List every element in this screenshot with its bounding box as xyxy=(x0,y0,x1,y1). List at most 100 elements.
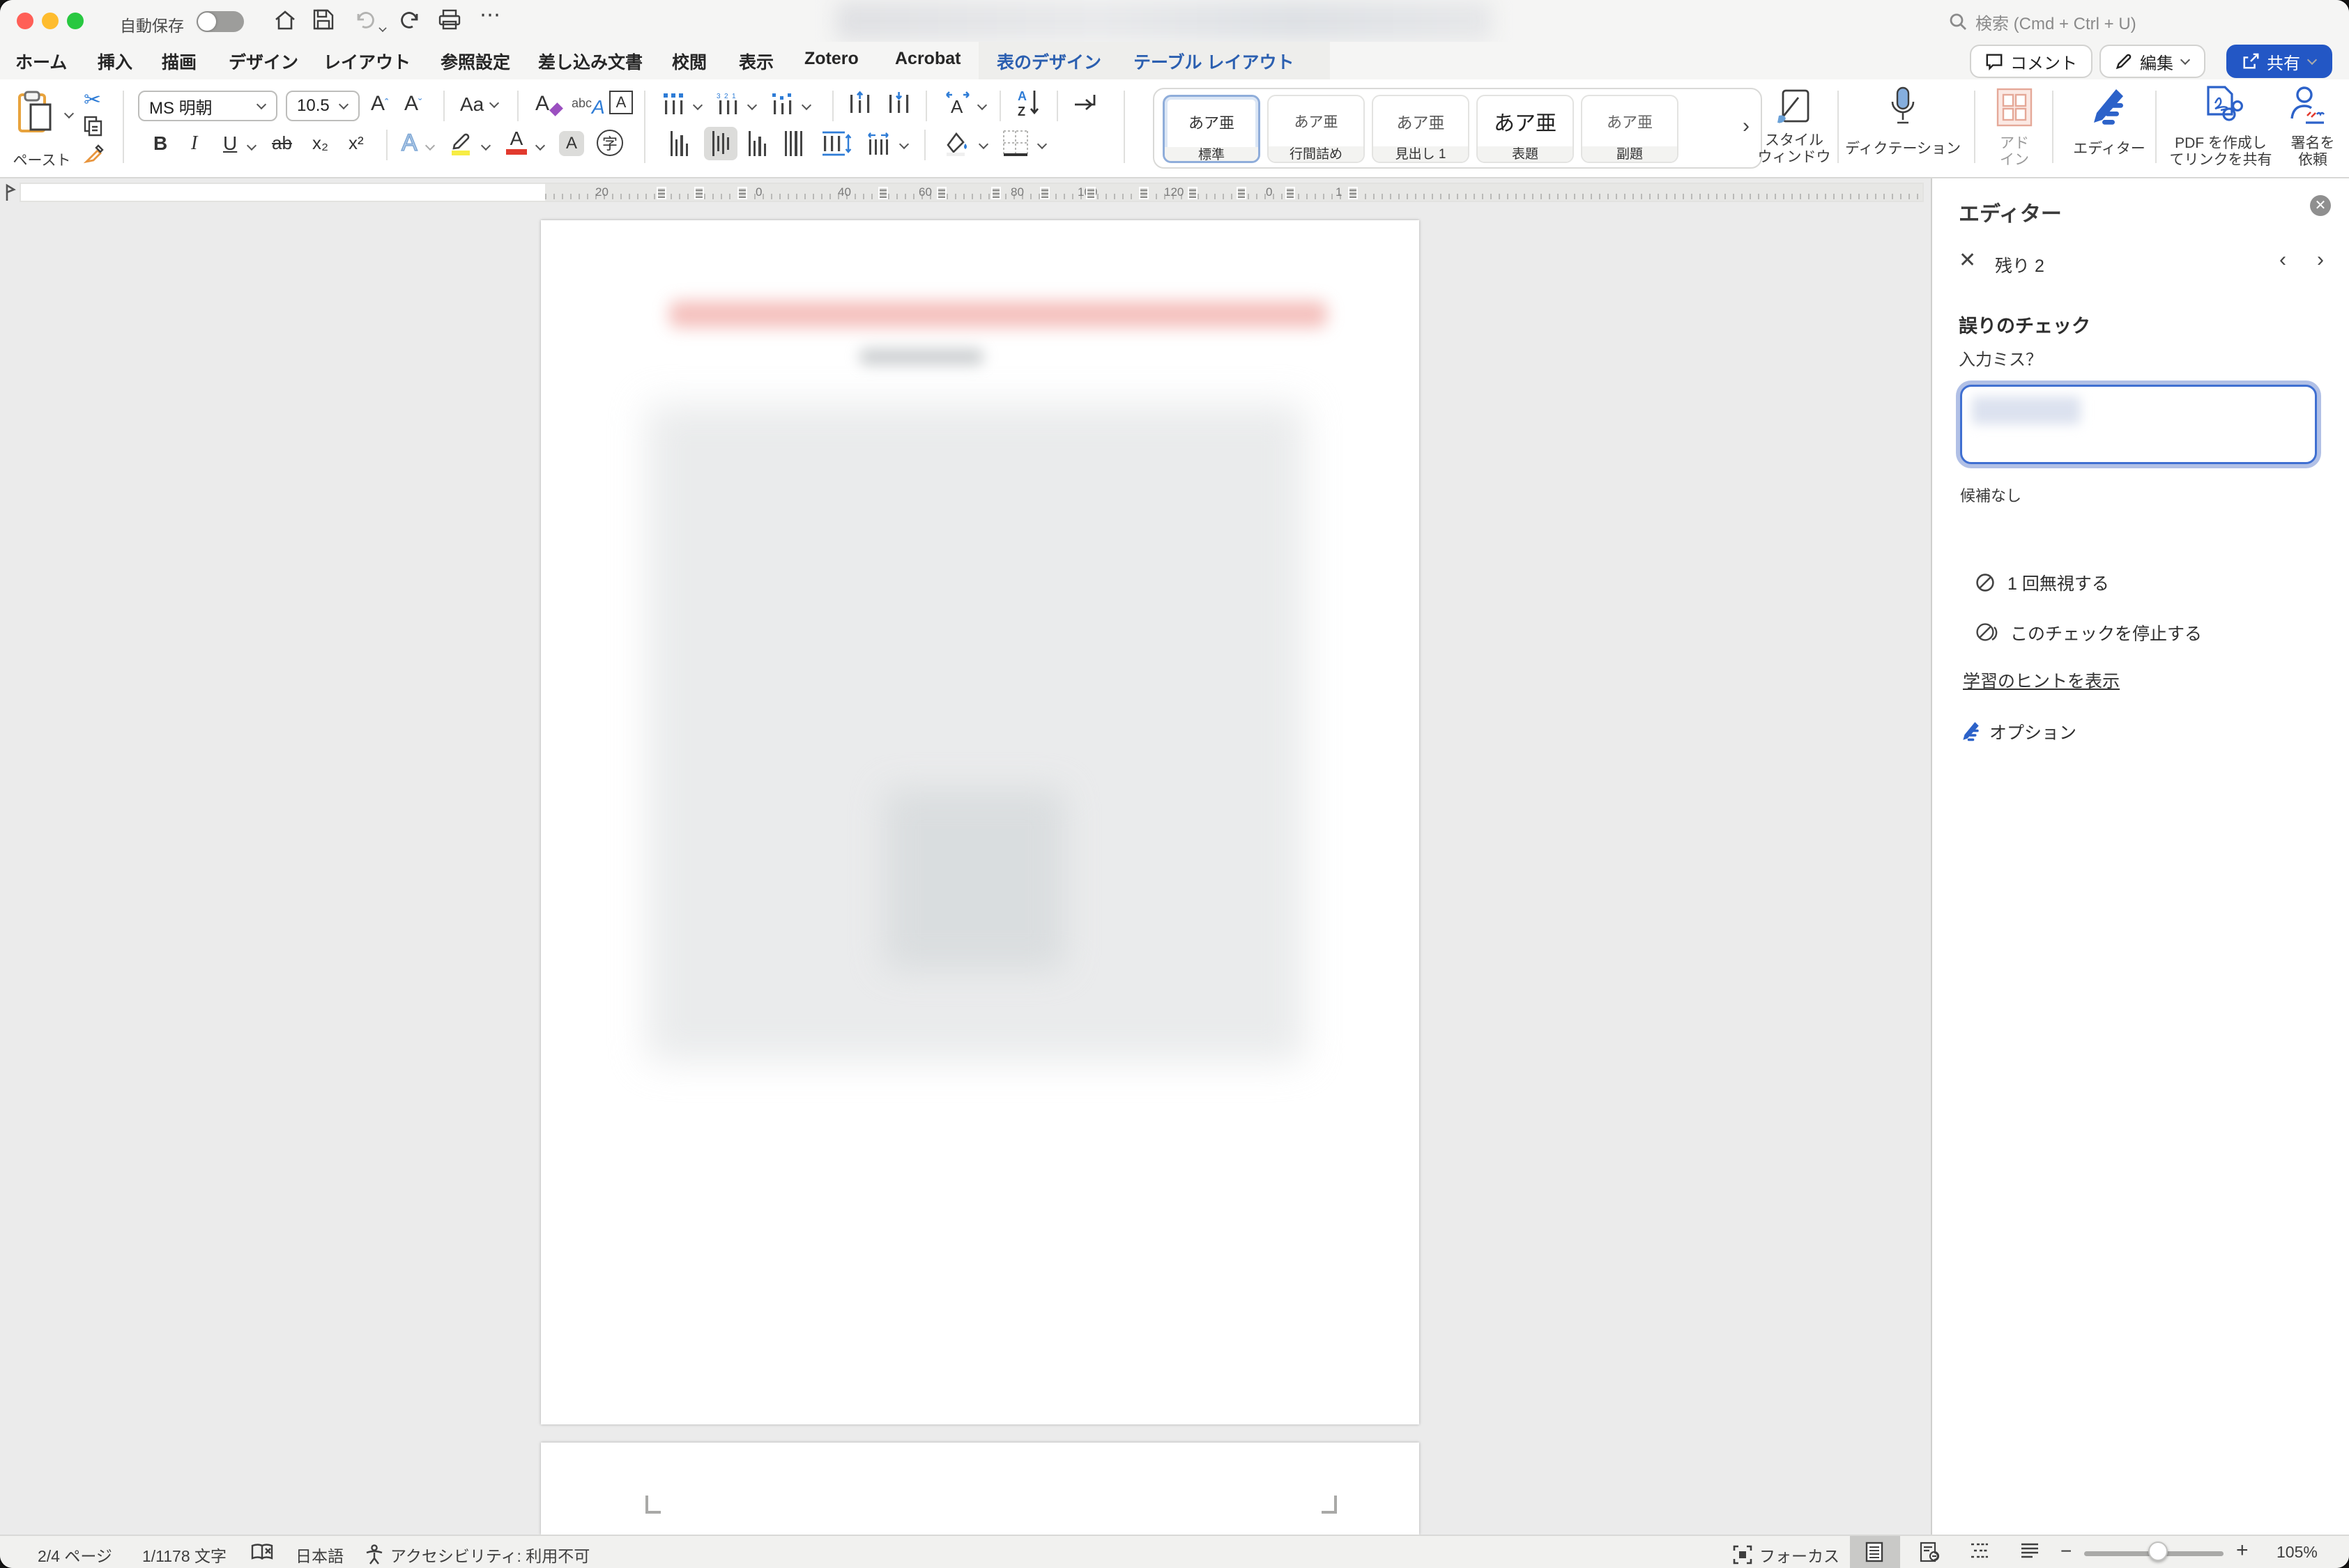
accessibility-status[interactable]: アクセシビリティ: 利用不可 xyxy=(365,1543,590,1567)
document-canvas[interactable] xyxy=(0,206,1931,1535)
search-input[interactable]: 検索 (Cmd + Ctrl + U) xyxy=(1949,8,2332,35)
more-styles-button[interactable]: › xyxy=(1743,114,1750,138)
editor-options-button[interactable]: オプション xyxy=(1960,719,2076,744)
more-toolbar-icon[interactable]: ⋯ xyxy=(480,3,500,27)
spellcheck-icon[interactable] xyxy=(251,1543,275,1561)
text-effects-chevron-icon[interactable] xyxy=(425,142,435,152)
strikethrough-button[interactable]: ab xyxy=(272,132,292,154)
underline-button[interactable]: U xyxy=(223,132,237,155)
multilevel-chevron-icon[interactable] xyxy=(802,102,811,112)
tab-zotero[interactable]: Zotero xyxy=(804,49,859,69)
character-style-button[interactable]: 字 xyxy=(597,130,623,156)
shrink-font-button[interactable]: Aˇ xyxy=(404,92,422,116)
table-column-marker[interactable] xyxy=(694,187,704,199)
style-no-spacing[interactable]: あア亜 行間詰め xyxy=(1267,95,1365,163)
text-direction-button[interactable]: A xyxy=(944,91,972,116)
editor-panel-close-icon[interactable]: ✕ xyxy=(2310,195,2331,216)
text-direction-chevron-icon[interactable] xyxy=(977,102,987,112)
format-painter-icon[interactable] xyxy=(84,144,105,164)
editor-ribbon-icon[interactable] xyxy=(2088,86,2127,128)
bullets-button[interactable] xyxy=(662,92,684,114)
phonetic-guide-button[interactable]: abc A xyxy=(572,88,605,118)
comments-button[interactable]: コメント xyxy=(1970,45,2092,78)
previous-suggestion-icon[interactable]: ‹ xyxy=(2279,248,2286,272)
outline-view-icon[interactable] xyxy=(1970,1542,1989,1560)
document-page-2[interactable] xyxy=(541,1443,1419,1535)
sort-button[interactable]: AZ xyxy=(1016,88,1044,118)
redo-icon[interactable] xyxy=(399,8,421,31)
numbering-button[interactable]: 321 xyxy=(717,92,739,114)
zoom-in-button[interactable]: + xyxy=(2236,1539,2249,1562)
underline-chevron-icon[interactable] xyxy=(247,142,257,152)
zoom-slider-thumb[interactable] xyxy=(2148,1542,2168,1561)
tab-design[interactable]: デザイン xyxy=(229,49,298,74)
borders-chevron-icon[interactable] xyxy=(1037,141,1047,151)
align-bottom-button[interactable] xyxy=(749,131,766,156)
align-center-vertical-button[interactable] xyxy=(704,127,737,160)
decrease-indent-button[interactable] xyxy=(849,92,871,114)
font-color-button[interactable]: A xyxy=(506,130,527,155)
minimize-window-button[interactable] xyxy=(42,13,59,29)
show-learning-hints-link[interactable]: 学習のヒントを表示 xyxy=(1963,668,2120,693)
table-column-marker[interactable] xyxy=(878,187,888,199)
style-subtitle[interactable]: あア亜 副題 xyxy=(1581,95,1678,163)
highlight-button[interactable] xyxy=(449,130,474,156)
style-heading1[interactable]: あア亜 見出し 1 xyxy=(1372,95,1469,163)
table-column-marker[interactable] xyxy=(737,187,747,199)
tab-acrobat[interactable]: Acrobat xyxy=(895,49,961,69)
addins-icon[interactable] xyxy=(1996,88,2033,127)
table-column-marker[interactable] xyxy=(1040,187,1050,199)
ignore-once-button[interactable]: 1 回無視する xyxy=(1975,570,2109,595)
tab-references[interactable]: 参照設定 xyxy=(441,49,510,74)
subscript-button[interactable]: x₂ xyxy=(312,132,328,154)
zoom-out-button[interactable]: − xyxy=(2060,1540,2072,1562)
table-column-marker[interactable] xyxy=(991,187,1001,199)
dictation-icon[interactable] xyxy=(1889,86,1917,128)
print-layout-view-icon[interactable] xyxy=(1865,1542,1883,1562)
bullets-chevron-icon[interactable] xyxy=(693,102,703,112)
table-column-marker[interactable] xyxy=(657,187,666,199)
editing-mode-button[interactable]: 編集 xyxy=(2099,45,2205,78)
copy-icon[interactable] xyxy=(84,116,103,137)
style-window-icon[interactable] xyxy=(1776,89,1809,125)
pdf-share-icon[interactable] xyxy=(2205,85,2242,127)
multilevel-list-button[interactable] xyxy=(771,92,793,114)
tab-view[interactable]: 表示 xyxy=(739,49,774,74)
paste-chevron-icon[interactable] xyxy=(64,110,74,120)
cut-icon[interactable]: ✂ xyxy=(84,88,101,112)
paste-button[interactable] xyxy=(17,91,56,135)
undo-chevron-icon[interactable] xyxy=(378,14,388,40)
distribute-button[interactable] xyxy=(866,131,891,156)
align-top-button[interactable] xyxy=(671,131,688,156)
tab-layout[interactable]: レイアウト xyxy=(323,49,411,74)
next-suggestion-icon[interactable]: › xyxy=(2317,248,2324,272)
zoom-percent[interactable]: 105% xyxy=(2277,1543,2318,1562)
table-column-marker[interactable] xyxy=(1086,187,1096,199)
show-marks-button[interactable] xyxy=(1073,92,1101,114)
clear-formatting-button[interactable]: A xyxy=(535,92,562,116)
autosave-toggle[interactable] xyxy=(197,11,244,32)
close-window-button[interactable] xyxy=(17,13,33,29)
style-title[interactable]: あア亜 表題 xyxy=(1476,95,1574,163)
tab-review[interactable]: 校閲 xyxy=(672,49,707,74)
focus-mode-button[interactable]: フォーカス xyxy=(1733,1543,1839,1567)
undo-icon[interactable] xyxy=(354,8,376,31)
web-layout-view-icon[interactable] xyxy=(1920,1542,1939,1562)
character-shading-button[interactable]: A xyxy=(559,131,584,156)
horizontal-ruler[interactable]: 20 0 40 60 80 100 120 0 1 xyxy=(20,183,1924,202)
tab-mailings[interactable]: 差し込み文書 xyxy=(538,49,643,74)
style-normal[interactable]: あア亜 標準 xyxy=(1163,95,1260,163)
tab-table-layout[interactable]: テーブル レイアウト xyxy=(1133,49,1294,74)
share-button[interactable]: 共有 xyxy=(2226,45,2332,78)
bold-button[interactable]: B xyxy=(153,132,167,155)
table-column-marker[interactable] xyxy=(1285,187,1295,199)
font-name-select[interactable]: MS 明朝 xyxy=(138,91,277,121)
document-page-1[interactable] xyxy=(541,220,1419,1424)
superscript-button[interactable]: x² xyxy=(349,132,364,154)
home-icon[interactable] xyxy=(273,8,297,32)
request-signature-icon[interactable] xyxy=(2289,85,2325,127)
print-icon[interactable] xyxy=(438,8,461,31)
suggestion-textbox[interactable] xyxy=(1960,385,2317,464)
tab-draw[interactable]: 描画 xyxy=(162,49,197,74)
tab-selector-icon[interactable] xyxy=(4,184,17,201)
